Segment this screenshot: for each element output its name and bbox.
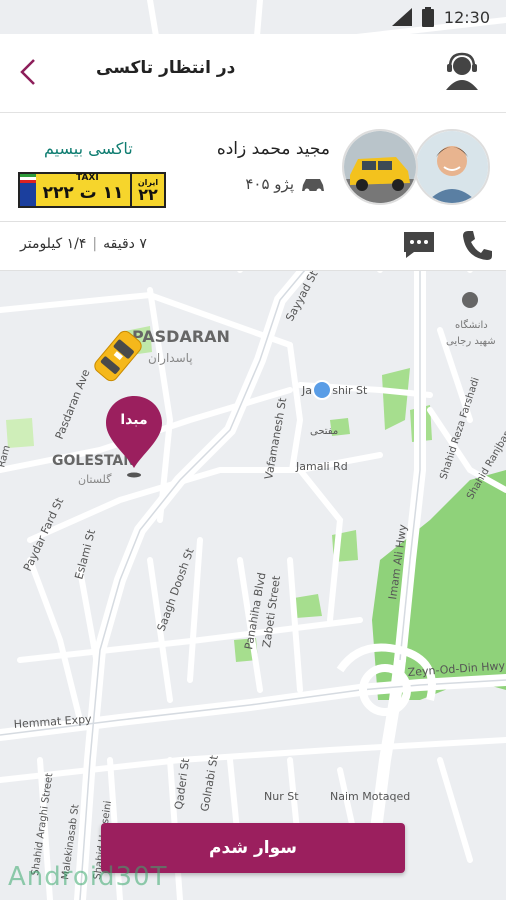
- svg-text:شهید رجایی: شهید رجایی: [446, 336, 496, 347]
- signal-icon: [391, 8, 412, 26]
- status-time: 12:30: [443, 7, 490, 27]
- iran-flag-icon: [20, 174, 36, 206]
- plate-number: ۱۱ ت ۲۲۲: [42, 183, 124, 203]
- origin-pin-label: مبدا: [120, 412, 148, 428]
- status-bar: 12:30: [0, 0, 506, 34]
- service-name: تاکسی بیسیم: [44, 139, 133, 158]
- user-location-dot: [312, 380, 332, 400]
- page-title: در انتظار تاکسی: [96, 58, 236, 78]
- plate-taxi-label: TAXI: [76, 173, 99, 183]
- message-icon[interactable]: [402, 230, 436, 260]
- trip-time: ۷ دقیقه: [103, 236, 147, 252]
- driver-avatar: [414, 129, 490, 205]
- trip-eta: ۷ دقیقه|۱/۴ کیلومتر: [20, 236, 147, 252]
- car-icon: [302, 179, 324, 194]
- phone-icon[interactable]: [460, 228, 494, 262]
- watermark: Android30T: [8, 862, 168, 892]
- svg-text:مفتحی: مفتحی: [310, 426, 338, 437]
- svg-text:Naim Motaqed: Naim Motaqed: [330, 790, 410, 803]
- svg-text:پاسداران: پاسداران: [148, 351, 193, 366]
- svg-text:Jamali Rd: Jamali Rd: [295, 460, 348, 473]
- svg-text:دانشگاه: دانشگاه: [455, 319, 488, 331]
- university-marker-icon: [462, 292, 478, 308]
- battery-icon: [421, 7, 434, 27]
- top-bar: در انتظار تاکسی: [0, 34, 506, 113]
- support-agent-icon[interactable]: [440, 50, 484, 94]
- trip-info-bar: ۷ دقیقه|۱/۴ کیلومتر: [0, 222, 506, 271]
- origin-pin[interactable]: [104, 394, 164, 478]
- back-icon[interactable]: [14, 52, 44, 92]
- svg-text:Nur St: Nur St: [264, 790, 299, 803]
- plate-region: ایران ۲۲: [130, 174, 164, 206]
- trip-distance: ۱/۴ کیلومتر: [20, 236, 87, 252]
- svg-text:Javanshir St: Javanshir St: [301, 384, 368, 397]
- map-label-pasdaran: PASDARAN: [132, 327, 230, 346]
- car-model: پژو ۴۰۵: [245, 175, 294, 193]
- license-plate: TAXI ۱۱ ت ۲۲۲ ایران ۲۲: [18, 172, 166, 208]
- driver-name: مجید محمد زاده: [216, 139, 330, 159]
- car-photo: [342, 129, 418, 205]
